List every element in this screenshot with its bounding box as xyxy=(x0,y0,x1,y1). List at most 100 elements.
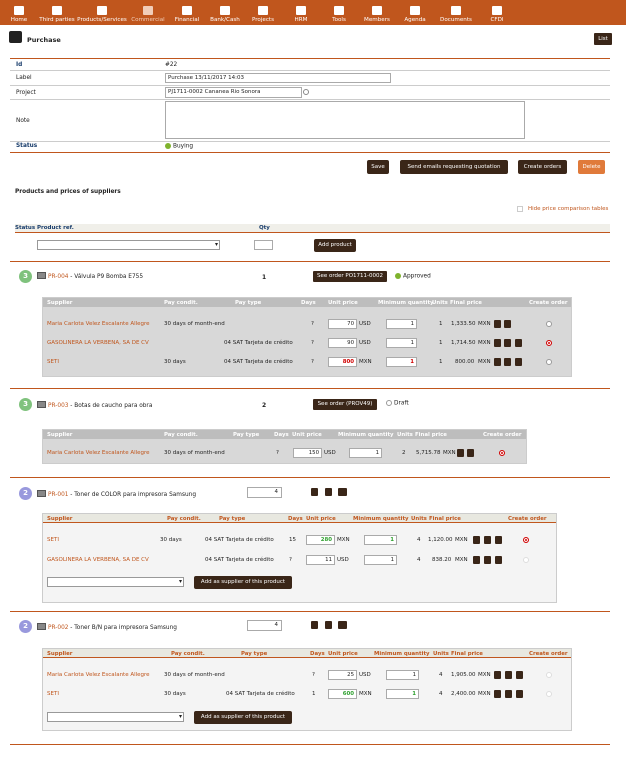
unit-price-input[interactable]: 25 xyxy=(328,670,357,680)
min-qty-input[interactable]: 1 xyxy=(364,535,397,545)
nav-home[interactable]: Home xyxy=(0,0,38,25)
supplier-link[interactable]: SETI xyxy=(47,359,59,365)
trash-icon[interactable] xyxy=(494,320,501,328)
edit-icon[interactable] xyxy=(505,671,512,679)
product-ref[interactable]: PR-003 - Botas de caucho para obra xyxy=(48,403,152,409)
nav-cfdi[interactable]: CFDI xyxy=(478,0,516,25)
trash-icon[interactable] xyxy=(494,358,501,366)
unit-price-input[interactable]: 150 xyxy=(293,448,322,458)
product-qty-input[interactable]: 4 xyxy=(247,487,282,498)
unit-price-input[interactable]: 70 xyxy=(328,319,357,329)
add-product-button[interactable]: Add product xyxy=(314,239,356,252)
min-qty-input[interactable]: 1 xyxy=(386,319,417,329)
min-qty-input[interactable]: 1 xyxy=(386,357,417,367)
edit-icon[interactable] xyxy=(504,358,511,366)
nav-third-parties[interactable]: Third parties xyxy=(38,0,76,25)
edit-icon[interactable] xyxy=(504,339,511,347)
create-order-radio[interactable] xyxy=(546,340,552,346)
create-order-radio[interactable] xyxy=(546,672,552,678)
product-select[interactable] xyxy=(37,240,220,250)
nav-commercial[interactable]: Commercial xyxy=(128,0,168,25)
unit-price-input[interactable]: 280 xyxy=(306,535,335,545)
unit-price-input[interactable]: 600 xyxy=(328,689,357,699)
unit-price-input[interactable]: 90 xyxy=(328,338,357,348)
create-order-radio[interactable] xyxy=(523,537,529,543)
unit-price-input[interactable]: 800 xyxy=(328,357,357,367)
edit-icon[interactable] xyxy=(505,690,512,698)
sort-icon[interactable] xyxy=(325,488,332,496)
trash-icon[interactable] xyxy=(311,488,318,496)
trash-icon[interactable] xyxy=(457,449,464,457)
nav-hrm[interactable]: HRM xyxy=(282,0,320,25)
min-qty-input[interactable]: 1 xyxy=(349,448,382,458)
qty-input[interactable] xyxy=(254,240,273,250)
create-order-radio[interactable] xyxy=(499,450,505,456)
supplier-row: GASOLINERA LA VERBENA, SA DE CV 04 SAT T… xyxy=(43,335,571,353)
supplier-link[interactable]: Maria Carlota Velez Escalante Allegre xyxy=(47,672,150,678)
trash-icon[interactable] xyxy=(494,339,501,347)
edit-icon[interactable] xyxy=(467,449,474,457)
nav-tools[interactable]: Tools xyxy=(320,0,358,25)
nav-financial[interactable]: Financial xyxy=(168,0,206,25)
product-ref[interactable]: PR-004 - Válvula P9 Bomba E755 xyxy=(48,274,143,280)
nav-members[interactable]: Members xyxy=(358,0,396,25)
edit-icon[interactable] xyxy=(484,556,491,564)
list-button[interactable]: List xyxy=(594,33,612,45)
create-order-radio[interactable] xyxy=(546,691,552,697)
min-qty-input[interactable]: 1 xyxy=(364,555,397,565)
trash-icon[interactable] xyxy=(494,671,501,679)
nav-bank[interactable]: Bank/Cash xyxy=(206,0,244,25)
see-order-button[interactable]: See order PO1711-0002 xyxy=(313,271,387,282)
note-textarea[interactable] xyxy=(165,101,525,139)
project-select[interactable]: PJ1711-0002 Cananea Rio Sonora xyxy=(165,87,302,98)
supplier-select[interactable] xyxy=(47,577,184,587)
edit-icon[interactable] xyxy=(484,536,491,544)
product-icon[interactable] xyxy=(338,488,347,496)
section-title: Products and prices of suppliers xyxy=(15,189,121,195)
mail-icon[interactable] xyxy=(495,556,502,564)
product-icon[interactable] xyxy=(338,621,347,629)
hide-compare-checkbox[interactable] xyxy=(517,206,523,212)
supplier-link[interactable]: GASOLINERA LA VERBENA, SA DE CV xyxy=(47,340,149,346)
supplier-link[interactable]: Maria Carlota Velez Escalante Allegre xyxy=(47,450,150,456)
nav-documents[interactable]: Documents xyxy=(434,0,478,25)
min-qty-input[interactable]: 1 xyxy=(386,338,417,348)
product-ref[interactable]: PR-001 - Toner de COLOR para impresora S… xyxy=(48,492,196,498)
trash-icon[interactable] xyxy=(494,690,501,698)
product-ref[interactable]: PR-002 - Toner B/N para impresora Samsun… xyxy=(48,625,177,631)
edit-icon[interactable] xyxy=(504,320,511,328)
supplier-table: Supplier Pay condit. Pay type Days Unit … xyxy=(42,429,527,464)
nav-projects[interactable]: Projects xyxy=(244,0,282,25)
create-order-radio[interactable] xyxy=(546,359,552,365)
supplier-link[interactable]: GASOLINERA LA VERBENA, SA DE CV xyxy=(47,557,149,563)
trash-icon[interactable] xyxy=(311,621,318,629)
mail-icon[interactable] xyxy=(515,358,522,366)
mail-icon[interactable] xyxy=(515,339,522,347)
delete-button[interactable]: Delete xyxy=(578,160,605,174)
see-order-button[interactable]: See order (PROV49) xyxy=(313,399,377,410)
create-order-radio[interactable] xyxy=(523,557,529,563)
add-supplier-button[interactable]: Add as supplier of this product xyxy=(194,576,292,589)
sort-icon[interactable] xyxy=(325,621,332,629)
min-qty-input[interactable]: 1 xyxy=(386,670,419,680)
product-qty-input[interactable]: 4 xyxy=(247,620,282,631)
mail-icon[interactable] xyxy=(495,536,502,544)
save-button[interactable]: Save xyxy=(367,160,389,174)
nav-agenda[interactable]: Agenda xyxy=(396,0,434,25)
trash-icon[interactable] xyxy=(473,536,480,544)
min-qty-input[interactable]: 1 xyxy=(386,689,419,699)
send-emails-button[interactable]: Send emails requesting quotation xyxy=(400,160,508,174)
create-order-radio[interactable] xyxy=(546,321,552,327)
supplier-link[interactable]: SETI xyxy=(47,691,59,697)
create-orders-button[interactable]: Create orders xyxy=(518,160,567,174)
nav-products[interactable]: Products/Services xyxy=(76,0,128,25)
trash-icon[interactable] xyxy=(473,556,480,564)
mail-icon[interactable] xyxy=(516,671,523,679)
label-input[interactable]: Purchase 13/11/2017 14:03 xyxy=(165,73,391,83)
mail-icon[interactable] xyxy=(516,690,523,698)
supplier-link[interactable]: SETI xyxy=(47,537,59,543)
unit-price-input[interactable]: 11 xyxy=(306,555,335,565)
supplier-link[interactable]: Maria Carlota Velez Escalante Allegre xyxy=(47,321,150,327)
supplier-select[interactable] xyxy=(47,712,184,722)
add-supplier-button[interactable]: Add as supplier of this product xyxy=(194,711,292,724)
